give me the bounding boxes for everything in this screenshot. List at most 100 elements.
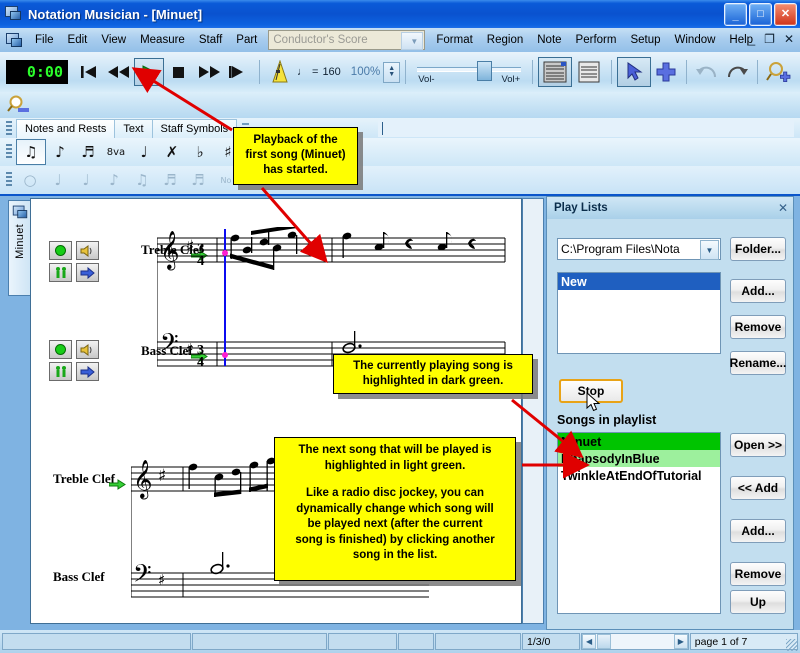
menu-note[interactable]: Note	[530, 32, 568, 48]
tempo-value[interactable]: 160	[322, 66, 340, 78]
score-view-button[interactable]	[538, 57, 572, 87]
menu-view[interactable]: View	[94, 32, 133, 48]
palette-half-note-button[interactable]: ♩	[44, 168, 72, 192]
menu-window[interactable]: Window	[668, 32, 723, 48]
palette-drag-handle[interactable]	[6, 121, 12, 137]
scroll-left-arrow[interactable]: ◀	[582, 634, 596, 649]
tab-text[interactable]: Text	[114, 119, 152, 138]
move-song-up-button[interactable]: Up	[730, 590, 786, 614]
add-tool-button[interactable]	[651, 58, 681, 86]
menu-file[interactable]: File	[28, 32, 61, 48]
maximize-button[interactable]: □	[749, 3, 772, 26]
skip-forward-icon	[229, 64, 249, 80]
application-window: Notation Musician - [Minuet] _ □ ✕ File …	[0, 0, 800, 653]
menu-part[interactable]: Part	[229, 32, 264, 48]
folder-button[interactable]: Folder...	[730, 237, 786, 261]
palette-octave-button[interactable]: 8va	[102, 140, 130, 164]
folder-path-combo[interactable]: C:\Program Files\Nota ▼	[557, 238, 721, 260]
score-vertical-scrollbar[interactable]	[522, 198, 544, 624]
palette-sixteenth-note-button[interactable]: ♫	[128, 168, 156, 192]
tab-notes-and-rests[interactable]: Notes and Rests	[16, 119, 115, 138]
fast-forward-button[interactable]	[194, 58, 224, 86]
add-playlist-button[interactable]: Add...	[730, 279, 786, 303]
remove-playlist-button[interactable]: Remove	[730, 315, 786, 339]
palette-beam-button[interactable]: ♬	[74, 140, 102, 164]
mdi-restore-icon[interactable]: ❐	[764, 32, 775, 46]
volume-slider[interactable]: Vol- Vol+	[415, 59, 523, 85]
mute-toggle-bass-1[interactable]	[76, 340, 99, 359]
palette-slur-button[interactable]: ♩	[130, 140, 158, 164]
close-icon[interactable]: ✕	[778, 201, 788, 215]
palette-flat-button[interactable]: ♭	[186, 140, 214, 164]
add-song-to-list-button[interactable]: << Add	[730, 476, 786, 500]
select-tool-button[interactable]	[617, 57, 651, 87]
go-to-end-button[interactable]	[224, 58, 254, 86]
document-side-tab-minuet[interactable]: Minuet	[8, 200, 30, 296]
play-lists-header: Play Lists ✕	[547, 197, 793, 219]
redo-button[interactable]	[722, 58, 752, 86]
add-song-browse-button[interactable]: Add...	[730, 519, 786, 543]
palette-thirtysecond-note-button[interactable]: ♬	[156, 168, 184, 192]
palette-sixtyfourth-note-button[interactable]: ♬	[184, 168, 212, 192]
zoom-level[interactable]: 100%	[351, 66, 380, 78]
menu-region[interactable]: Region	[480, 32, 530, 48]
playlists-listbox[interactable]: New	[557, 272, 721, 354]
songs-listbox[interactable]: Minuet RhapsodyInBlue TwinkleAtEndOfTuto…	[557, 432, 721, 614]
search-toolbar	[0, 92, 800, 118]
mute-toggle-treble-1[interactable]	[76, 241, 99, 260]
song-list-item[interactable]: TwinkleAtEndOfTutorial	[558, 467, 720, 484]
scroll-right-arrow[interactable]: ▶	[674, 634, 688, 649]
zoom-stepper[interactable]: ▲▼	[383, 62, 400, 83]
menu-measure[interactable]: Measure	[133, 32, 192, 48]
list-item[interactable]: New	[558, 273, 720, 290]
palette-text-field[interactable]	[378, 120, 794, 137]
palette-accent-button[interactable]: ✗	[158, 140, 186, 164]
undo-button[interactable]	[692, 58, 722, 86]
search-icon[interactable]	[7, 94, 29, 117]
zoom-in-button[interactable]	[763, 58, 795, 86]
play-button[interactable]	[134, 58, 164, 86]
scrollbar-thumb[interactable]	[597, 634, 611, 649]
menu-setup[interactable]: Setup	[623, 32, 667, 48]
record-toggle-treble-1[interactable]	[49, 241, 72, 260]
palette-drag-handle[interactable]	[6, 144, 12, 160]
palette-quarter-note-button[interactable]: ♪	[46, 140, 74, 164]
palette-beamed-eighths-button[interactable]: ♫	[16, 139, 46, 165]
palette-quarter-note-button-2[interactable]: ♩	[72, 168, 100, 192]
go-to-start-button[interactable]	[74, 58, 104, 86]
open-song-button[interactable]: Open >>	[730, 433, 786, 457]
menu-format[interactable]: Format	[429, 32, 479, 48]
page-view-button[interactable]	[572, 57, 606, 87]
menu-edit[interactable]: Edit	[61, 32, 95, 48]
mdi-minimize-icon[interactable]: _	[748, 32, 755, 46]
volume-thumb[interactable]	[477, 61, 492, 81]
metronome-button[interactable]	[265, 58, 295, 86]
horizontal-scrollbar[interactable]: ◀ ▶	[581, 633, 689, 650]
record-toggle-bass-1[interactable]	[49, 340, 72, 359]
minimize-button[interactable]: _	[724, 3, 747, 26]
song-list-item-next[interactable]: RhapsodyInBlue	[558, 450, 720, 467]
document-window-icon[interactable]	[6, 32, 24, 48]
rewind-button[interactable]	[104, 58, 134, 86]
palette-whole-note-button[interactable]: ○	[16, 168, 44, 192]
palette-eighth-note-button[interactable]: ♪	[100, 168, 128, 192]
chevron-down-icon[interactable]: ▼	[700, 240, 719, 260]
remove-song-button[interactable]: Remove	[730, 562, 786, 586]
rename-playlist-button[interactable]: Rename...	[730, 351, 786, 375]
menu-perform[interactable]: Perform	[569, 32, 624, 48]
close-button[interactable]: ✕	[774, 3, 797, 26]
tab-staff-symbols[interactable]: Staff Symbols	[152, 119, 238, 138]
play-lists-title: Play Lists	[554, 202, 608, 214]
song-list-item-playing[interactable]: Minuet	[558, 433, 720, 450]
stop-button[interactable]	[164, 58, 194, 86]
expand-staff-bass-1[interactable]	[76, 362, 99, 381]
resize-grip[interactable]	[786, 639, 798, 651]
callout-line	[278, 474, 512, 486]
part-selector-combo[interactable]: Conductor's Score ▼	[268, 30, 425, 50]
menu-staff[interactable]: Staff	[192, 32, 229, 48]
palette-drag-handle[interactable]	[6, 172, 12, 188]
mdi-close-icon[interactable]: ✕	[784, 32, 794, 46]
solo-toggle-treble-1[interactable]	[49, 263, 72, 282]
expand-staff-treble-1[interactable]	[76, 263, 99, 282]
solo-toggle-bass-1[interactable]	[49, 362, 72, 381]
